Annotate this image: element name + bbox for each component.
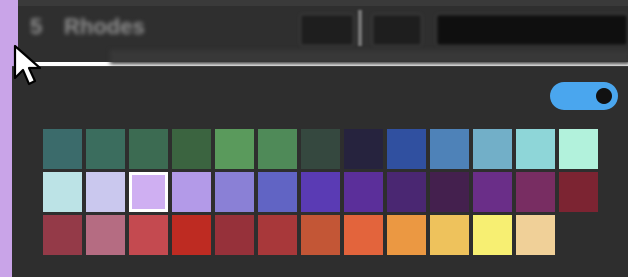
color-swatch[interactable] (344, 172, 383, 212)
color-swatch[interactable] (215, 129, 254, 169)
color-swatch[interactable] (215, 172, 254, 212)
color-swatch[interactable] (430, 172, 469, 212)
color-swatch[interactable] (387, 215, 426, 255)
track-solo-button[interactable] (372, 14, 422, 46)
color-swatch[interactable] (473, 129, 512, 169)
color-swatch[interactable] (344, 129, 383, 169)
color-swatch[interactable] (301, 215, 340, 255)
color-swatch[interactable] (516, 215, 555, 255)
color-swatch[interactable] (559, 172, 598, 212)
color-swatch[interactable] (129, 129, 168, 169)
color-swatch[interactable] (516, 129, 555, 169)
toggle-knob (596, 88, 612, 104)
track-color-picker-popup (12, 66, 628, 277)
color-swatch[interactable] (473, 172, 512, 212)
color-swatch[interactable] (430, 215, 469, 255)
color-swatch[interactable] (258, 172, 297, 212)
color-swatch[interactable] (344, 215, 383, 255)
swatch-row (43, 129, 603, 169)
color-swatch[interactable] (86, 215, 125, 255)
track-number: 5 (30, 14, 43, 39)
color-swatch[interactable] (172, 215, 211, 255)
track-header-divider (358, 10, 362, 46)
color-swatch[interactable] (86, 172, 125, 212)
color-swatch[interactable] (172, 129, 211, 169)
color-swatch[interactable] (301, 129, 340, 169)
color-swatch[interactable] (43, 215, 82, 255)
color-swatch[interactable] (43, 129, 82, 169)
color-swatch[interactable] (430, 129, 469, 169)
track-header: 5 Rhodes (0, 0, 628, 64)
color-swatch[interactable] (387, 129, 426, 169)
color-swatch[interactable] (86, 129, 125, 169)
track-name[interactable]: Rhodes (64, 14, 145, 40)
color-swatch-grid (43, 129, 603, 258)
auto-color-toggle[interactable] (550, 82, 618, 110)
color-swatch[interactable] (559, 129, 598, 169)
track-meter (436, 14, 628, 46)
color-swatch[interactable] (473, 215, 512, 255)
color-swatch[interactable] (129, 215, 168, 255)
track-controls-row (110, 50, 628, 64)
color-swatch[interactable] (43, 172, 82, 212)
color-swatch[interactable] (387, 172, 426, 212)
color-swatch[interactable] (172, 172, 211, 212)
arrow-cursor-icon (13, 44, 42, 86)
color-swatch[interactable] (258, 215, 297, 255)
daw-track-view: 5 Rhodes (0, 0, 628, 277)
track-top-line (18, 0, 628, 6)
track-mute-button[interactable] (300, 14, 354, 46)
color-swatch[interactable] (516, 172, 555, 212)
swatch-row (43, 215, 603, 255)
color-swatch[interactable] (258, 129, 297, 169)
color-swatch-selected[interactable] (129, 172, 168, 212)
color-swatch[interactable] (215, 215, 254, 255)
color-swatch[interactable] (301, 172, 340, 212)
swatch-row (43, 172, 603, 212)
